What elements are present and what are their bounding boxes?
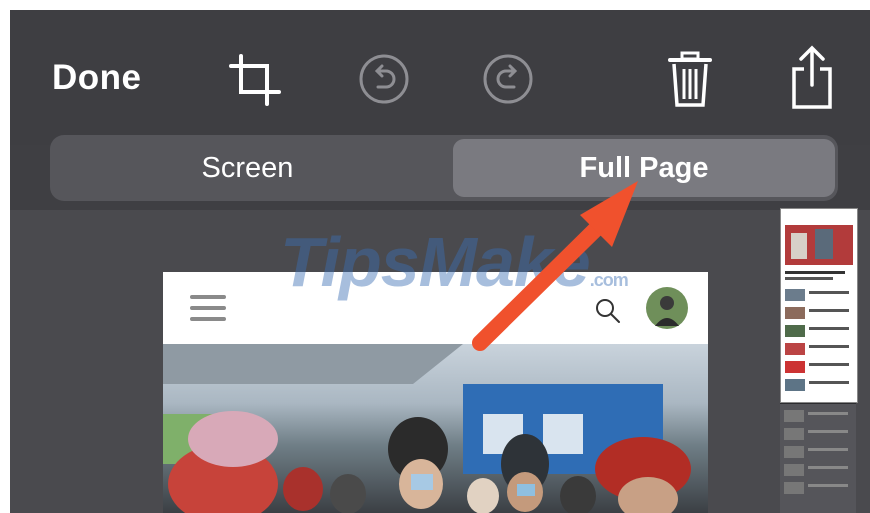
trash-icon [668,51,712,107]
redo-icon [483,54,533,104]
undo-icon [359,54,409,104]
segment-screen[interactable]: Screen [50,135,445,201]
page-thumbnail-strip[interactable] [780,208,858,513]
screenshot-mode-segmented-control: Screen Full Page [50,135,838,201]
done-button[interactable]: Done [52,58,142,98]
crop-button[interactable] [225,50,285,110]
street-scene-image [163,344,691,513]
thumbnail-overflow [780,404,856,513]
annotation-arrow [472,181,638,351]
share-button[interactable] [788,44,836,112]
page-thumbnail-visible[interactable] [780,208,858,403]
undo-button[interactable] [357,52,411,106]
delete-button[interactable] [666,46,714,110]
redo-button[interactable] [481,52,535,106]
webpage-hero-photo [163,344,708,513]
crop-icon [229,54,281,106]
hamburger-menu-icon [190,295,226,321]
toolbar: Done [10,10,870,145]
share-icon [792,45,832,109]
thumbnail-page-image [781,209,857,391]
avatar [646,287,688,329]
